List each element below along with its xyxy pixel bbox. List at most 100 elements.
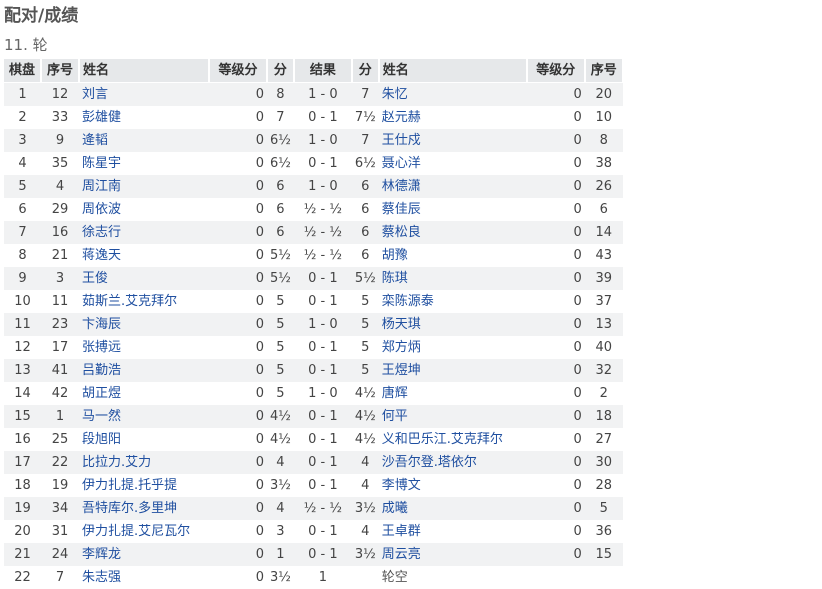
game-result: 0 - 1 <box>294 290 352 313</box>
player-rating: 0 <box>209 428 267 451</box>
header-points[interactable]: 分 <box>267 59 294 83</box>
opponent-name[interactable]: 成曦 <box>379 497 527 520</box>
game-result: 1 - 0 <box>294 129 352 152</box>
round-title: 11. 轮 <box>4 34 48 56</box>
table-row: 435陈星宇06½0 - 16½聂心洋038 <box>4 152 623 175</box>
header-seq[interactable]: 序号 <box>41 59 79 83</box>
header-points-2[interactable]: 分 <box>352 59 379 83</box>
header-name-2[interactable]: 姓名 <box>379 59 527 83</box>
opponent-points: 5 <box>352 336 379 359</box>
opponent-name[interactable]: 赵元赫 <box>379 106 527 129</box>
header-rating[interactable]: 等级分 <box>209 59 267 83</box>
header-seq-2[interactable]: 序号 <box>585 59 623 83</box>
player-rating: 0 <box>209 152 267 175</box>
opponent-name[interactable]: 郑方炳 <box>379 336 527 359</box>
opponent-name[interactable]: 沙吾尔登.塔依尔 <box>379 451 527 474</box>
player-name[interactable]: 周江南 <box>79 175 209 198</box>
opponent-name[interactable]: 蔡松良 <box>379 221 527 244</box>
player-name[interactable]: 张搏远 <box>79 336 209 359</box>
player-points: 4 <box>267 497 294 520</box>
game-result: 0 - 1 <box>294 428 352 451</box>
player-points: 7 <box>267 106 294 129</box>
table-row: 1217张搏远050 - 15郑方炳040 <box>4 336 623 359</box>
player-rating: 0 <box>209 474 267 497</box>
board-number: 11 <box>4 313 41 336</box>
opponent-name: 轮空 <box>379 566 527 589</box>
player-name[interactable]: 蒋逸天 <box>79 244 209 267</box>
opponent-name[interactable]: 王卓群 <box>379 520 527 543</box>
header-rating-2[interactable]: 等级分 <box>527 59 585 83</box>
player-points: 5½ <box>267 267 294 290</box>
opponent-points: 5 <box>352 290 379 313</box>
player-rating: 0 <box>209 175 267 198</box>
player-name[interactable]: 王俊 <box>79 267 209 290</box>
opponent-name[interactable]: 栾陈源泰 <box>379 290 527 313</box>
player-name[interactable]: 陈星宇 <box>79 152 209 175</box>
opponent-rating: 0 <box>527 221 585 244</box>
opponent-seq: 13 <box>585 313 623 336</box>
header-name[interactable]: 姓名 <box>79 59 209 83</box>
opponent-name[interactable]: 王仕戍 <box>379 129 527 152</box>
opponent-name[interactable]: 陈琪 <box>379 267 527 290</box>
player-rating: 0 <box>209 336 267 359</box>
player-name[interactable]: 朱志强 <box>79 566 209 589</box>
player-name[interactable]: 伊力扎提.托乎提 <box>79 474 209 497</box>
player-name[interactable]: 李辉龙 <box>79 543 209 566</box>
player-name[interactable]: 刘言 <box>79 83 209 107</box>
player-name[interactable]: 周依波 <box>79 198 209 221</box>
player-name[interactable]: 吾特库尔.多里坤 <box>79 497 209 520</box>
header-board[interactable]: 棋盘 <box>4 59 41 83</box>
player-name[interactable]: 逄韬 <box>79 129 209 152</box>
player-name[interactable]: 彭雄健 <box>79 106 209 129</box>
opponent-points: 4 <box>352 520 379 543</box>
player-seq: 31 <box>41 520 79 543</box>
header-result[interactable]: 结果 <box>294 59 352 83</box>
player-seq: 11 <box>41 290 79 313</box>
opponent-name[interactable]: 李博文 <box>379 474 527 497</box>
opponent-name[interactable]: 蔡佳辰 <box>379 198 527 221</box>
player-name[interactable]: 比拉力.艾力 <box>79 451 209 474</box>
opponent-name[interactable]: 聂心洋 <box>379 152 527 175</box>
opponent-name[interactable]: 何平 <box>379 405 527 428</box>
opponent-name[interactable]: 唐辉 <box>379 382 527 405</box>
opponent-name[interactable]: 王煜坤 <box>379 359 527 382</box>
opponent-name[interactable]: 周云亮 <box>379 543 527 566</box>
opponent-rating: 0 <box>527 336 585 359</box>
player-points: 1 <box>267 543 294 566</box>
player-seq: 4 <box>41 175 79 198</box>
opponent-seq: 14 <box>585 221 623 244</box>
opponent-name[interactable]: 朱忆 <box>379 83 527 107</box>
player-points: 3½ <box>267 566 294 589</box>
game-result: ½ - ½ <box>294 198 352 221</box>
player-name[interactable]: 卞海辰 <box>79 313 209 336</box>
player-name[interactable]: 马一然 <box>79 405 209 428</box>
opponent-name[interactable]: 杨天琪 <box>379 313 527 336</box>
player-name[interactable]: 吕勤浩 <box>79 359 209 382</box>
player-name[interactable]: 伊力扎提.艾尼瓦尔 <box>79 520 209 543</box>
opponent-points: 6 <box>352 221 379 244</box>
player-name[interactable]: 胡正煜 <box>79 382 209 405</box>
opponent-rating: 0 <box>527 267 585 290</box>
player-points: 6½ <box>267 129 294 152</box>
opponent-seq: 39 <box>585 267 623 290</box>
player-points: 6 <box>267 198 294 221</box>
player-name[interactable]: 茹斯兰.艾克拜尔 <box>79 290 209 313</box>
opponent-name[interactable]: 林德潇 <box>379 175 527 198</box>
player-name[interactable]: 徐志行 <box>79 221 209 244</box>
opponent-points: 6 <box>352 175 379 198</box>
player-rating: 0 <box>209 313 267 336</box>
opponent-name[interactable]: 义和巴乐江.艾克拜尔 <box>379 428 527 451</box>
player-rating: 0 <box>209 520 267 543</box>
player-name[interactable]: 段旭阳 <box>79 428 209 451</box>
table-row: 1819伊力扎提.托乎提03½0 - 14李博文028 <box>4 474 623 497</box>
opponent-points: 5 <box>352 359 379 382</box>
player-points: 5½ <box>267 244 294 267</box>
opponent-name[interactable]: 胡豫 <box>379 244 527 267</box>
player-seq: 35 <box>41 152 79 175</box>
opponent-rating: 0 <box>527 106 585 129</box>
opponent-points: 4 <box>352 451 379 474</box>
table-row: 1341吕勤浩050 - 15王煜坤032 <box>4 359 623 382</box>
opponent-seq <box>585 566 623 589</box>
game-result: 0 - 1 <box>294 474 352 497</box>
player-rating: 0 <box>209 106 267 129</box>
